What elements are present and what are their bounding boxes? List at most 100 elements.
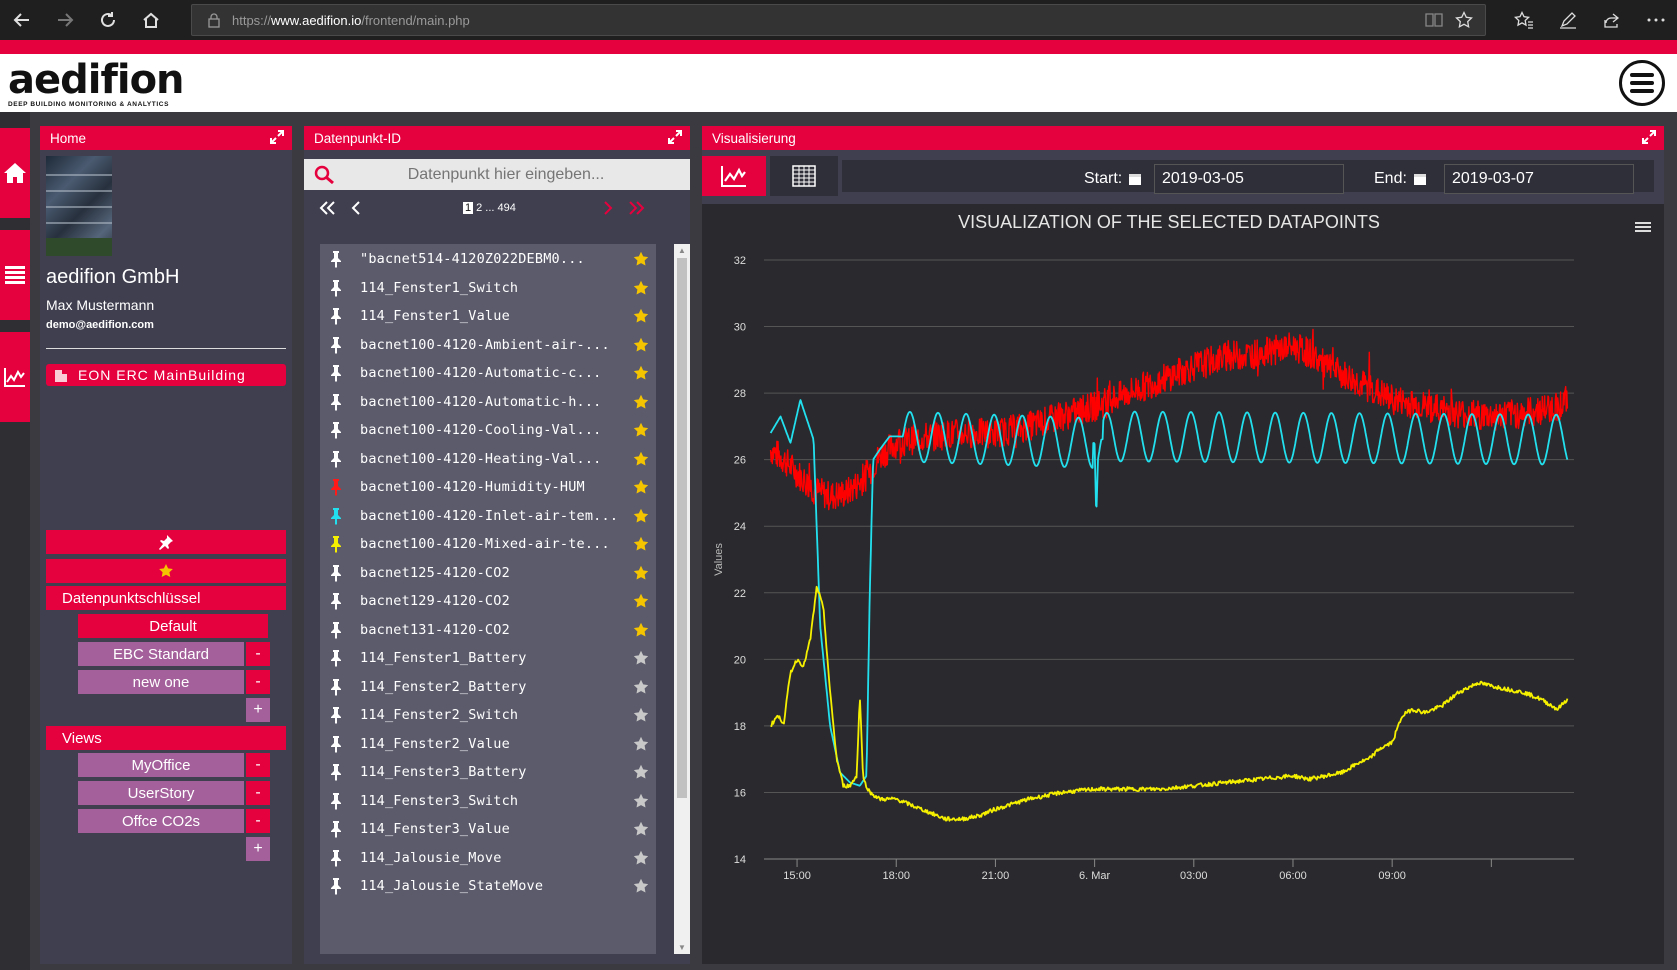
favorite-star-icon[interactable] <box>633 536 649 552</box>
pin-icon[interactable] <box>330 535 342 553</box>
datapoint-name[interactable]: 114_Fenster1_Switch <box>360 280 518 296</box>
views-header[interactable]: Views <box>46 726 286 750</box>
pin-icon[interactable] <box>330 706 342 724</box>
datapoint-name[interactable]: 114_Fenster2_Switch <box>360 707 518 723</box>
datapoint-row[interactable]: 114_Fenster2_Battery <box>320 672 656 702</box>
view-userstory[interactable]: UserStory <box>78 781 244 805</box>
end-date-input[interactable]: 2019-03-07 <box>1444 164 1634 194</box>
favorite-star-icon[interactable] <box>633 593 649 609</box>
pin-icon[interactable] <box>330 307 342 325</box>
remove-view-button[interactable]: - <box>246 781 270 805</box>
datapoint-row[interactable]: 114_Fenster3_Switch <box>320 786 656 816</box>
pin-icon[interactable] <box>330 592 342 610</box>
current-page[interactable]: 1 <box>463 202 474 214</box>
favorite-star-icon[interactable] <box>633 565 649 581</box>
next-page-icon[interactable] <box>602 200 614 216</box>
favorite-star-icon[interactable] <box>633 793 649 809</box>
pin-icon[interactable] <box>330 792 342 810</box>
pin-icon[interactable] <box>330 678 342 696</box>
page-numbers[interactable]: 12 ... 494 <box>463 202 516 214</box>
favorite-star-icon[interactable] <box>633 764 649 780</box>
nav-home[interactable] <box>0 128 30 218</box>
pin-icon[interactable] <box>330 393 342 411</box>
datapoint-name[interactable]: "bacnet514-4120Z022DEBM0... <box>360 251 585 267</box>
chart-menu-icon[interactable] <box>1632 218 1654 236</box>
favorite-star-icon[interactable] <box>633 707 649 723</box>
datapoint-name[interactable]: bacnet125-4120-CO2 <box>360 565 510 581</box>
key-new-one[interactable]: new one <box>78 670 244 694</box>
list-scrollbar[interactable]: ▲ ▼ <box>674 244 690 954</box>
datapoint-row[interactable]: bacnet100-4120-Automatic-c... <box>320 358 656 388</box>
datapoint-name[interactable]: 114_Fenster1_Value <box>360 308 510 324</box>
key-ebc-standard[interactable]: EBC Standard <box>78 642 244 666</box>
favorite-star-icon[interactable] <box>633 622 649 638</box>
view-myoffice[interactable]: MyOffice <box>78 753 244 777</box>
favorite-star-icon[interactable] <box>633 821 649 837</box>
pin-icon[interactable] <box>330 421 342 439</box>
pin-icon[interactable] <box>330 336 342 354</box>
favorite-star-icon[interactable] <box>633 479 649 495</box>
datapoint-row[interactable]: 114_Fenster1_Value <box>320 301 656 331</box>
table-view-button[interactable] <box>770 156 838 196</box>
pin-icon[interactable] <box>330 820 342 838</box>
datapoint-name[interactable]: bacnet100-4120-Humidity-HUM <box>360 479 585 495</box>
favorite-star-icon[interactable] <box>633 308 649 324</box>
scrollbar-thumb[interactable] <box>677 258 687 798</box>
share-icon[interactable] <box>1590 0 1634 40</box>
datapoint-name[interactable]: bacnet100-4120-Inlet-air-tem... <box>360 508 618 524</box>
datapoint-row[interactable]: 114_Fenster2_Switch <box>320 700 656 730</box>
datapoint-row[interactable]: "bacnet514-4120Z022DEBM0... <box>320 244 656 274</box>
datapoint-name[interactable]: bacnet131-4120-CO2 <box>360 622 510 638</box>
nav-datapoints[interactable] <box>0 230 30 320</box>
favorite-star-icon[interactable] <box>633 422 649 438</box>
favorite-star-icon[interactable] <box>633 736 649 752</box>
datapoint-row[interactable]: 114_Fenster3_Battery <box>320 757 656 787</box>
favorite-star-icon[interactable] <box>633 365 649 381</box>
hamburger-menu-button[interactable] <box>1619 60 1665 106</box>
favorite-star-icon[interactable] <box>633 850 649 866</box>
building-button[interactable]: EON ERC MainBuilding <box>46 364 286 386</box>
nav-visualization[interactable] <box>0 332 30 422</box>
key-default[interactable]: Default <box>78 614 268 638</box>
add-view-button[interactable]: + <box>246 837 270 861</box>
datapoint-row[interactable]: bacnet100-4120-Mixed-air-te... <box>320 529 656 559</box>
pin-icon[interactable] <box>330 735 342 753</box>
search-input[interactable] <box>346 165 666 184</box>
remove-key-button[interactable]: - <box>246 670 270 694</box>
datapoint-row[interactable]: 114_Fenster3_Value <box>320 814 656 844</box>
back-icon[interactable] <box>0 0 43 40</box>
favorite-star-icon[interactable] <box>633 280 649 296</box>
remove-view-button[interactable]: - <box>246 809 270 833</box>
datapoint-row[interactable]: bacnet125-4120-CO2 <box>320 558 656 588</box>
favorite-star-icon[interactable] <box>633 251 649 267</box>
pin-icon[interactable] <box>330 621 342 639</box>
pin-icon[interactable] <box>330 250 342 268</box>
add-key-button[interactable]: + <box>246 698 270 722</box>
expand-icon[interactable] <box>270 130 284 144</box>
pin-icon[interactable] <box>330 450 342 468</box>
expand-icon[interactable] <box>668 130 682 144</box>
view-office-co2s[interactable]: Offce CO2s <box>78 809 244 833</box>
datapoint-name[interactable]: 114_Jalousie_StateMove <box>360 878 543 894</box>
datapoint-row[interactable]: bacnet100-4120-Humidity-HUM <box>320 472 656 502</box>
datapoint-row[interactable]: bacnet100-4120-Inlet-air-tem... <box>320 501 656 531</box>
favorite-star-icon[interactable] <box>633 508 649 524</box>
datapoint-row[interactable]: 114_Fenster1_Switch <box>320 273 656 303</box>
datapoint-name[interactable]: bacnet100-4120-Mixed-air-te... <box>360 536 610 552</box>
remove-key-button[interactable]: - <box>246 642 270 666</box>
favorite-star-icon[interactable] <box>633 679 649 695</box>
pin-icon[interactable] <box>330 877 342 895</box>
other-pages[interactable]: 2 ... 494 <box>476 202 516 214</box>
favorite-star-icon[interactable] <box>633 337 649 353</box>
datapoint-name[interactable]: 114_Jalousie_Move <box>360 850 502 866</box>
datapoint-row[interactable]: bacnet100-4120-Automatic-h... <box>320 387 656 417</box>
pinned-filter-button[interactable] <box>46 530 286 554</box>
pin-icon[interactable] <box>330 763 342 781</box>
datapoint-row[interactable]: 114_Jalousie_StateMove <box>320 871 656 901</box>
pin-icon[interactable] <box>330 649 342 667</box>
datapoint-name[interactable]: bacnet100-4120-Automatic-c... <box>360 365 602 381</box>
datapoint-row[interactable]: bacnet100-4120-Heating-Val... <box>320 444 656 474</box>
home-icon[interactable] <box>129 0 172 40</box>
favorite-star-icon[interactable] <box>633 394 649 410</box>
datapoint-name[interactable]: bacnet100-4120-Heating-Val... <box>360 451 602 467</box>
